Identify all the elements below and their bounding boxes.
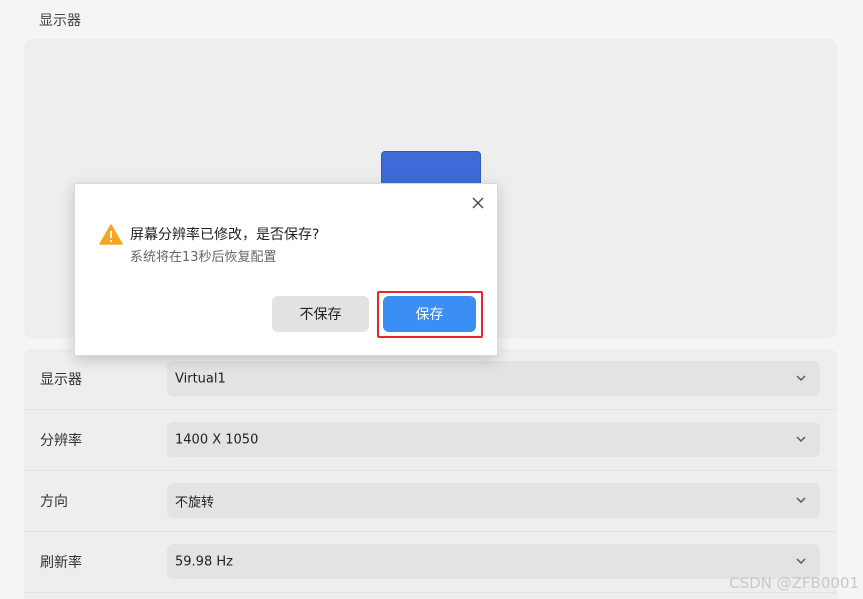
warning-icon	[99, 224, 123, 245]
select-value: 59.98 Hz	[175, 554, 233, 569]
setting-row-orientation: 方向 不旋转	[24, 471, 837, 532]
close-icon[interactable]	[471, 196, 485, 210]
select-value: Virtual1	[175, 371, 226, 386]
chevron-down-icon	[796, 558, 806, 564]
setting-label: 分辨率	[40, 433, 82, 449]
save-button-highlight	[377, 291, 483, 338]
setting-label: 方向	[40, 494, 68, 510]
chevron-down-icon	[796, 375, 806, 381]
setting-label: 显示器	[40, 372, 82, 388]
setting-row-refresh-rate: 刷新率 59.98 Hz	[24, 532, 837, 593]
section-title: 显示器	[39, 13, 81, 29]
chevron-down-icon	[796, 497, 806, 503]
setting-row-display: 显示器 Virtual1	[24, 349, 837, 410]
watermark: CSDN @ZFB0001	[729, 574, 859, 592]
orientation-select[interactable]: 不旋转	[167, 483, 820, 518]
chevron-down-icon	[796, 436, 806, 442]
display-select[interactable]: Virtual1	[167, 361, 820, 396]
select-value: 不旋转	[175, 495, 215, 510]
setting-label: 刷新率	[40, 555, 82, 571]
setting-row-resolution: 分辨率 1400 X 1050	[24, 410, 837, 471]
select-value: 1400 X 1050	[175, 432, 259, 447]
resolution-select[interactable]: 1400 X 1050	[167, 422, 820, 457]
refresh-rate-select[interactable]: 59.98 Hz	[167, 544, 820, 579]
dont-save-button[interactable]: 不保存	[272, 296, 369, 332]
dialog-title: 屏幕分辨率已修改，是否保存?	[130, 227, 320, 243]
dialog-message: 系统将在13秒后恢复配置	[130, 250, 277, 265]
settings-panel: 显示器 Virtual1 分辨率 1400 X 1050 方向 不旋转 刷新率 …	[24, 349, 837, 599]
